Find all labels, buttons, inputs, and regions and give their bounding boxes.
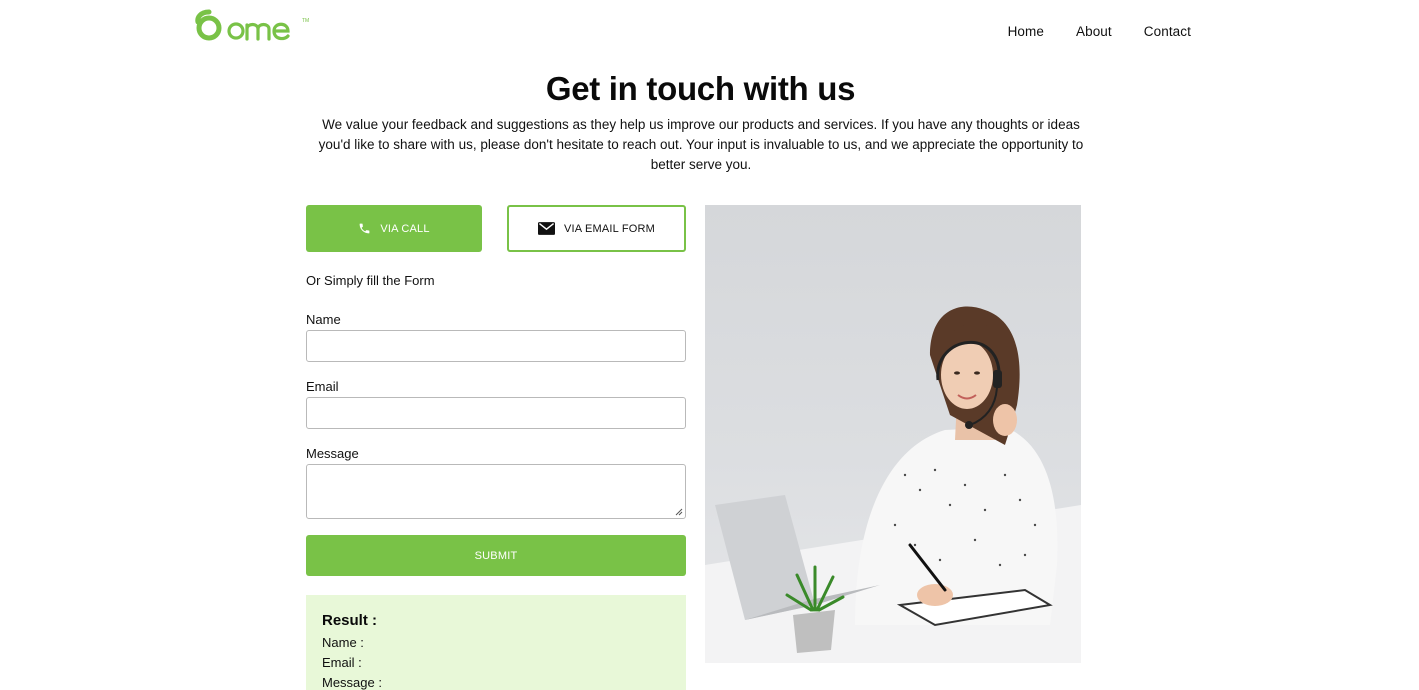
resize-grip-icon[interactable] (675, 508, 683, 516)
message-label: Message (306, 446, 359, 461)
brand-logo[interactable]: TM (195, 8, 315, 44)
svg-text:TM: TM (302, 18, 309, 24)
via-email-form-button[interactable]: VIA EMAIL FORM (507, 205, 686, 252)
name-label: Name (306, 312, 341, 327)
result-message: Message : (322, 675, 382, 690)
support-agent-photo (705, 205, 1081, 663)
email-input[interactable] (306, 397, 686, 429)
submit-button[interactable]: SUBMIT (306, 535, 686, 576)
main-nav: Home About Contact (1008, 24, 1191, 39)
phone-icon (359, 223, 370, 234)
nav-contact-link[interactable]: Contact (1144, 24, 1191, 39)
via-call-button[interactable]: VIA CALL (306, 205, 482, 252)
form-hint: Or Simply fill the Form (306, 273, 435, 288)
dome-logo-icon: TM (195, 9, 309, 41)
email-label: Email (306, 379, 339, 394)
nav-home-link[interactable]: Home (1008, 24, 1044, 39)
envelope-icon (537, 222, 555, 235)
message-textarea[interactable] (306, 464, 686, 519)
via-email-label: VIA EMAIL FORM (563, 222, 656, 235)
page-title: Get in touch with us (545, 70, 856, 107)
name-input[interactable] (306, 330, 686, 362)
intro-paragraph: We value your feedback and suggestions a… (318, 117, 1084, 172)
via-call-label: VIA CALL (380, 222, 430, 235)
result-email: Email : (322, 655, 362, 670)
support-agent-illustration (705, 306, 1081, 663)
nav-about-link[interactable]: About (1076, 24, 1112, 39)
result-name: Name : (322, 635, 364, 650)
result-panel: Result : Name : Email : Message : (306, 595, 686, 690)
result-heading: Result : (322, 612, 378, 629)
